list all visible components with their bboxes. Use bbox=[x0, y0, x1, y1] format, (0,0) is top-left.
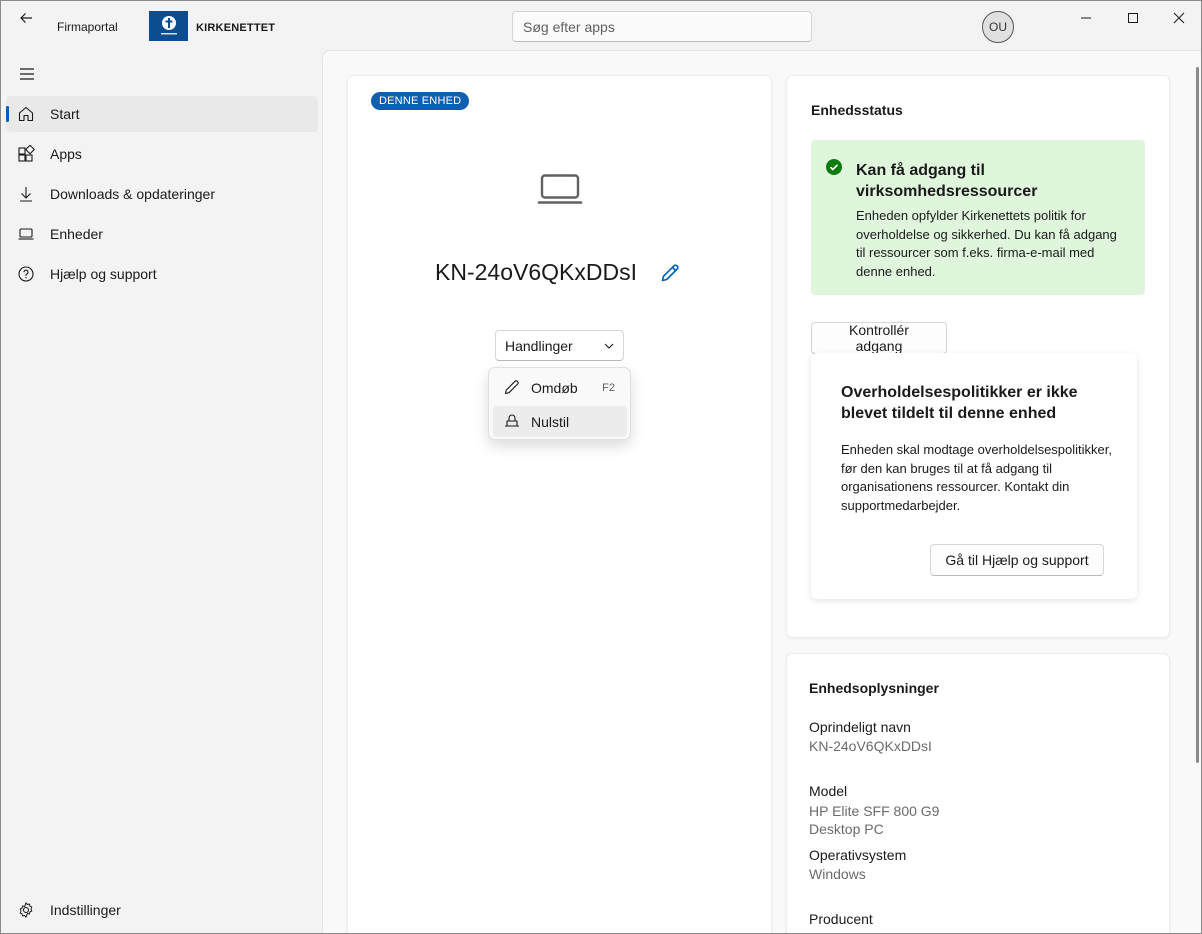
actions-dropdown[interactable]: Handlinger bbox=[495, 330, 624, 361]
sidebar-item-help[interactable]: Hjælp og support bbox=[6, 256, 318, 292]
sidebar-item-label: Downloads & opdateringer bbox=[50, 186, 215, 202]
sidebar-item-apps[interactable]: Apps bbox=[6, 136, 318, 172]
menu-item-label: Nulstil bbox=[531, 413, 570, 430]
apps-icon bbox=[16, 144, 36, 164]
back-arrow-icon bbox=[20, 13, 32, 23]
success-check-icon bbox=[826, 159, 842, 175]
device-laptop-icon bbox=[537, 174, 583, 204]
sidebar-item-label: Hjælp og support bbox=[50, 266, 157, 282]
pencil-icon bbox=[504, 380, 519, 395]
sidebar-item-label: Start bbox=[50, 106, 80, 122]
sidebar-item-start[interactable]: Start bbox=[6, 96, 318, 132]
device-name: KN-24oV6QKxDDsI bbox=[435, 259, 637, 285]
original-name-value: KN-24oV6QKxDDsI bbox=[809, 738, 932, 754]
org-logo bbox=[149, 11, 188, 41]
sidebar-item-devices[interactable]: Enheder bbox=[6, 216, 318, 252]
os-label: Operativsystem bbox=[809, 847, 907, 863]
model-type-value: Desktop PC bbox=[809, 821, 884, 837]
active-indicator bbox=[6, 106, 9, 122]
maximize-button[interactable] bbox=[1113, 5, 1153, 31]
info-heading: Enhedsoplysninger bbox=[809, 680, 939, 696]
close-button[interactable] bbox=[1159, 5, 1199, 31]
shortcut-label: F2 bbox=[602, 381, 615, 394]
reset-icon bbox=[505, 414, 519, 427]
pencil-icon bbox=[661, 264, 679, 282]
download-icon bbox=[16, 184, 36, 204]
menu-toggle-button[interactable] bbox=[13, 61, 41, 87]
rename-button[interactable] bbox=[657, 260, 683, 286]
help-icon bbox=[16, 264, 36, 284]
chevron-down-icon bbox=[604, 343, 614, 349]
sidebar-item-settings[interactable]: Indstillinger bbox=[6, 892, 318, 928]
model-value: HP Elite SFF 800 G9 bbox=[809, 803, 940, 819]
maximize-icon bbox=[1128, 13, 1138, 23]
help-support-button[interactable]: Gå til Hjælp og support bbox=[930, 544, 1104, 576]
minimize-button[interactable] bbox=[1066, 5, 1106, 31]
status-title: Kan få adgang til virksomhedsressourcer bbox=[856, 162, 1038, 200]
check-access-button[interactable]: Kontrollér adgang bbox=[811, 322, 947, 354]
original-name-label: Oprindeligt navn bbox=[809, 719, 911, 735]
this-device-badge: DENNE ENHED bbox=[371, 92, 470, 110]
home-icon bbox=[16, 104, 36, 124]
status-heading: Enhedsstatus bbox=[811, 102, 903, 118]
hamburger-icon bbox=[20, 68, 34, 80]
actions-dropdown-label: Handlinger bbox=[505, 337, 573, 354]
producer-label: Producent bbox=[809, 911, 873, 927]
gear-icon bbox=[16, 900, 36, 920]
app-window: Firmaportal KIRKENETTET OU Start bbox=[0, 0, 1202, 934]
sidebar-item-label: Apps bbox=[50, 146, 82, 162]
policy-title: Overholdelsespolitikker er ikke blevet t… bbox=[841, 384, 1078, 422]
minimize-icon bbox=[1081, 17, 1091, 19]
title-bar: Firmaportal KIRKENETTET OU bbox=[1, 1, 1201, 51]
sidebar-item-label: Enheder bbox=[50, 226, 103, 242]
avatar[interactable]: OU bbox=[982, 11, 1014, 43]
menu-item-rename[interactable]: Omdøb F2 bbox=[493, 372, 627, 403]
sidebar-item-downloads[interactable]: Downloads & opdateringer bbox=[6, 176, 318, 212]
model-label: Model bbox=[809, 783, 848, 799]
policy-text: Enheden skal modtage overholdelsespoliti… bbox=[841, 442, 1113, 513]
laptop-icon bbox=[16, 224, 36, 244]
scrollbar[interactable] bbox=[1196, 67, 1199, 763]
close-icon bbox=[1173, 12, 1185, 24]
actions-menu: Omdøb F2 Nulstil bbox=[488, 367, 631, 440]
menu-item-label: Omdøb bbox=[531, 379, 578, 396]
search-input[interactable] bbox=[512, 11, 812, 42]
app-name: Firmaportal bbox=[57, 20, 118, 34]
sidebar-item-label: Indstillinger bbox=[50, 902, 121, 918]
org-name: KIRKENETTET bbox=[196, 22, 276, 34]
os-value: Windows bbox=[809, 866, 866, 882]
church-logo-icon bbox=[160, 16, 177, 35]
menu-item-reset[interactable]: Nulstil bbox=[493, 406, 627, 437]
back-button[interactable] bbox=[13, 7, 39, 29]
status-text: Enheden opfylder Kirkenettets politik fo… bbox=[856, 208, 1117, 279]
